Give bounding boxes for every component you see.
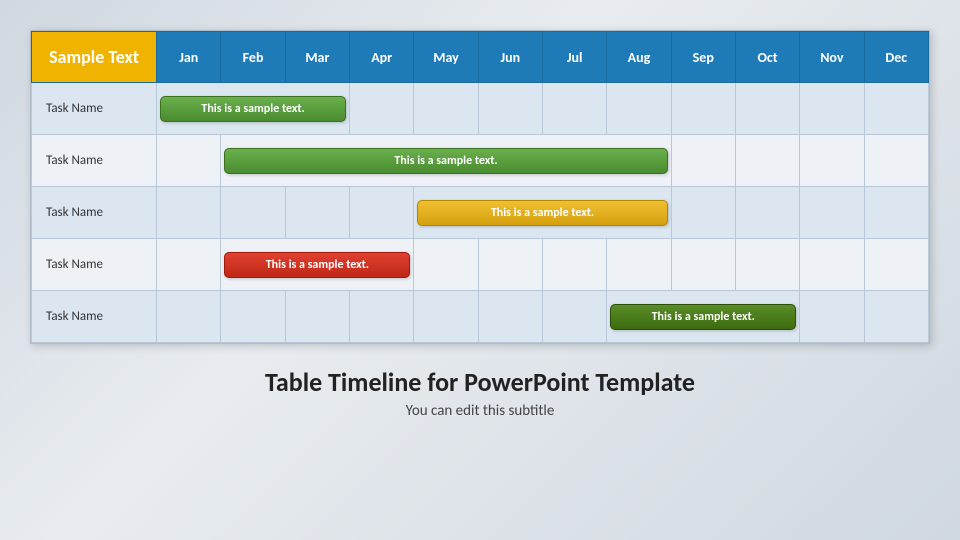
- task-name-2: Task Name: [32, 135, 157, 187]
- month-mar: Mar: [285, 32, 349, 83]
- gantt-bar-cell-4: This is a sample text.: [221, 239, 414, 291]
- month-jul: Jul: [542, 32, 606, 83]
- header-row: Sample Text Jan Feb Mar Apr May Jun Jul …: [32, 32, 929, 83]
- sample-text-header: Sample Text: [32, 32, 157, 83]
- task-name-3: Task Name: [32, 187, 157, 239]
- footer-title: Table Timeline for PowerPoint Template: [265, 366, 695, 398]
- gantt-bar-cell-2: This is a sample text.: [221, 135, 671, 187]
- month-may: May: [414, 32, 478, 83]
- gantt-bar-2: This is a sample text.: [224, 148, 667, 174]
- table-row: Task Name This is a sample text.: [32, 291, 929, 343]
- task-name-5: Task Name: [32, 291, 157, 343]
- month-sep: Sep: [671, 32, 735, 83]
- month-aug: Aug: [607, 32, 671, 83]
- gantt-bar-1: This is a sample text.: [160, 96, 346, 122]
- month-oct: Oct: [735, 32, 799, 83]
- gantt-bar-cell-1: This is a sample text.: [157, 83, 350, 135]
- table-row: Task Name This is a sample text.: [32, 83, 929, 135]
- month-jun: Jun: [478, 32, 542, 83]
- timeline-table-container: Sample Text Jan Feb Mar Apr May Jun Jul …: [30, 30, 930, 344]
- gantt-bar-4: This is a sample text.: [224, 252, 410, 278]
- month-dec: Dec: [864, 32, 928, 83]
- footer: Table Timeline for PowerPoint Template Y…: [265, 366, 695, 420]
- month-feb: Feb: [221, 32, 285, 83]
- gantt-bar-3: This is a sample text.: [417, 200, 667, 226]
- task-name-4: Task Name: [32, 239, 157, 291]
- gantt-bar-cell-5: This is a sample text.: [607, 291, 800, 343]
- month-jan: Jan: [157, 32, 221, 83]
- table-row: Task Name This is a sample text.: [32, 135, 929, 187]
- footer-subtitle: You can edit this subtitle: [265, 402, 695, 420]
- timeline-table: Sample Text Jan Feb Mar Apr May Jun Jul …: [31, 31, 929, 343]
- table-row: Task Name This is a sample text.: [32, 187, 929, 239]
- gantt-bar-5: This is a sample text.: [610, 304, 796, 330]
- month-apr: Apr: [350, 32, 414, 83]
- gantt-bar-cell-3: This is a sample text.: [414, 187, 671, 239]
- month-nov: Nov: [800, 32, 864, 83]
- table-row: Task Name This is a sample text.: [32, 239, 929, 291]
- task-name-1: Task Name: [32, 83, 157, 135]
